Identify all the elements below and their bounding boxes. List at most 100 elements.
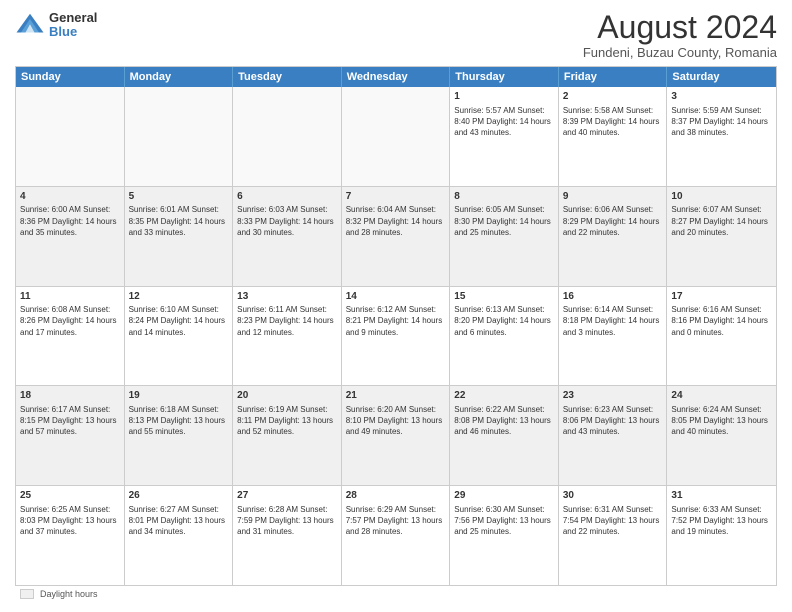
calendar-cell: 3Sunrise: 5:59 AM Sunset: 8:37 PM Daylig… — [667, 87, 776, 186]
day-number: 2 — [563, 90, 663, 104]
day-number: 30 — [563, 489, 663, 503]
cell-info: Sunrise: 6:31 AM Sunset: 7:54 PM Dayligh… — [563, 504, 663, 538]
day-number: 22 — [454, 389, 554, 403]
day-header-wednesday: Wednesday — [342, 67, 451, 87]
calendar-cell: 23Sunrise: 6:23 AM Sunset: 8:06 PM Dayli… — [559, 386, 668, 485]
day-number: 20 — [237, 389, 337, 403]
calendar-cell: 15Sunrise: 6:13 AM Sunset: 8:20 PM Dayli… — [450, 287, 559, 386]
day-header-friday: Friday — [559, 67, 668, 87]
calendar-row-0: 1Sunrise: 5:57 AM Sunset: 8:40 PM Daylig… — [16, 87, 776, 187]
cell-info: Sunrise: 6:00 AM Sunset: 8:36 PM Dayligh… — [20, 204, 120, 238]
calendar-cell: 5Sunrise: 6:01 AM Sunset: 8:35 PM Daylig… — [125, 187, 234, 286]
cell-info: Sunrise: 6:14 AM Sunset: 8:18 PM Dayligh… — [563, 304, 663, 338]
calendar-header: Sunday Monday Tuesday Wednesday Thursday… — [16, 67, 776, 87]
header: General Blue August 2024 Fundeni, Buzau … — [15, 10, 777, 60]
footer-label: Daylight hours — [40, 589, 98, 599]
cell-info: Sunrise: 6:10 AM Sunset: 8:24 PM Dayligh… — [129, 304, 229, 338]
calendar-cell: 24Sunrise: 6:24 AM Sunset: 8:05 PM Dayli… — [667, 386, 776, 485]
calendar-cell: 26Sunrise: 6:27 AM Sunset: 8:01 PM Dayli… — [125, 486, 234, 585]
title-block: August 2024 Fundeni, Buzau County, Roman… — [583, 10, 777, 60]
day-number: 23 — [563, 389, 663, 403]
day-number: 29 — [454, 489, 554, 503]
day-number: 1 — [454, 90, 554, 104]
cell-info: Sunrise: 6:05 AM Sunset: 8:30 PM Dayligh… — [454, 204, 554, 238]
day-number: 11 — [20, 290, 120, 304]
day-number: 17 — [671, 290, 772, 304]
cell-info: Sunrise: 6:03 AM Sunset: 8:33 PM Dayligh… — [237, 204, 337, 238]
day-number: 10 — [671, 190, 772, 204]
cell-info: Sunrise: 5:57 AM Sunset: 8:40 PM Dayligh… — [454, 105, 554, 139]
cell-info: Sunrise: 6:24 AM Sunset: 8:05 PM Dayligh… — [671, 404, 772, 438]
day-number: 14 — [346, 290, 446, 304]
calendar-cell — [342, 87, 451, 186]
cell-info: Sunrise: 6:07 AM Sunset: 8:27 PM Dayligh… — [671, 204, 772, 238]
day-number: 4 — [20, 190, 120, 204]
calendar-cell: 31Sunrise: 6:33 AM Sunset: 7:52 PM Dayli… — [667, 486, 776, 585]
calendar-cell — [125, 87, 234, 186]
calendar-cell: 4Sunrise: 6:00 AM Sunset: 8:36 PM Daylig… — [16, 187, 125, 286]
cell-info: Sunrise: 6:20 AM Sunset: 8:10 PM Dayligh… — [346, 404, 446, 438]
calendar-body: 1Sunrise: 5:57 AM Sunset: 8:40 PM Daylig… — [16, 87, 776, 585]
calendar-cell: 16Sunrise: 6:14 AM Sunset: 8:18 PM Dayli… — [559, 287, 668, 386]
subtitle: Fundeni, Buzau County, Romania — [583, 45, 777, 60]
day-header-sunday: Sunday — [16, 67, 125, 87]
cell-info: Sunrise: 6:22 AM Sunset: 8:08 PM Dayligh… — [454, 404, 554, 438]
logo-blue: Blue — [49, 25, 97, 39]
calendar-cell: 21Sunrise: 6:20 AM Sunset: 8:10 PM Dayli… — [342, 386, 451, 485]
day-number: 6 — [237, 190, 337, 204]
day-number: 16 — [563, 290, 663, 304]
day-header-tuesday: Tuesday — [233, 67, 342, 87]
calendar-cell: 30Sunrise: 6:31 AM Sunset: 7:54 PM Dayli… — [559, 486, 668, 585]
logo: General Blue — [15, 10, 97, 40]
calendar-row-1: 4Sunrise: 6:00 AM Sunset: 8:36 PM Daylig… — [16, 187, 776, 287]
calendar-cell — [16, 87, 125, 186]
cell-info: Sunrise: 6:08 AM Sunset: 8:26 PM Dayligh… — [20, 304, 120, 338]
cell-info: Sunrise: 6:11 AM Sunset: 8:23 PM Dayligh… — [237, 304, 337, 338]
cell-info: Sunrise: 6:30 AM Sunset: 7:56 PM Dayligh… — [454, 504, 554, 538]
calendar-cell: 2Sunrise: 5:58 AM Sunset: 8:39 PM Daylig… — [559, 87, 668, 186]
calendar-cell: 27Sunrise: 6:28 AM Sunset: 7:59 PM Dayli… — [233, 486, 342, 585]
logo-general: General — [49, 11, 97, 25]
cell-info: Sunrise: 6:17 AM Sunset: 8:15 PM Dayligh… — [20, 404, 120, 438]
calendar-cell: 8Sunrise: 6:05 AM Sunset: 8:30 PM Daylig… — [450, 187, 559, 286]
cell-info: Sunrise: 6:16 AM Sunset: 8:16 PM Dayligh… — [671, 304, 772, 338]
calendar-row-4: 25Sunrise: 6:25 AM Sunset: 8:03 PM Dayli… — [16, 486, 776, 585]
calendar-cell: 1Sunrise: 5:57 AM Sunset: 8:40 PM Daylig… — [450, 87, 559, 186]
cell-info: Sunrise: 6:25 AM Sunset: 8:03 PM Dayligh… — [20, 504, 120, 538]
calendar-cell: 20Sunrise: 6:19 AM Sunset: 8:11 PM Dayli… — [233, 386, 342, 485]
day-number: 27 — [237, 489, 337, 503]
calendar-cell: 14Sunrise: 6:12 AM Sunset: 8:21 PM Dayli… — [342, 287, 451, 386]
day-number: 25 — [20, 489, 120, 503]
logo-icon — [15, 10, 45, 40]
calendar-row-2: 11Sunrise: 6:08 AM Sunset: 8:26 PM Dayli… — [16, 287, 776, 387]
cell-info: Sunrise: 6:33 AM Sunset: 7:52 PM Dayligh… — [671, 504, 772, 538]
calendar-cell: 28Sunrise: 6:29 AM Sunset: 7:57 PM Dayli… — [342, 486, 451, 585]
cell-info: Sunrise: 6:06 AM Sunset: 8:29 PM Dayligh… — [563, 204, 663, 238]
calendar-cell: 25Sunrise: 6:25 AM Sunset: 8:03 PM Dayli… — [16, 486, 125, 585]
page: General Blue August 2024 Fundeni, Buzau … — [0, 0, 792, 612]
day-number: 19 — [129, 389, 229, 403]
day-number: 9 — [563, 190, 663, 204]
day-number: 21 — [346, 389, 446, 403]
day-number: 12 — [129, 290, 229, 304]
day-number: 3 — [671, 90, 772, 104]
calendar-cell: 13Sunrise: 6:11 AM Sunset: 8:23 PM Dayli… — [233, 287, 342, 386]
calendar: Sunday Monday Tuesday Wednesday Thursday… — [15, 66, 777, 586]
day-number: 5 — [129, 190, 229, 204]
calendar-cell: 6Sunrise: 6:03 AM Sunset: 8:33 PM Daylig… — [233, 187, 342, 286]
day-number: 28 — [346, 489, 446, 503]
calendar-cell: 9Sunrise: 6:06 AM Sunset: 8:29 PM Daylig… — [559, 187, 668, 286]
cell-info: Sunrise: 5:59 AM Sunset: 8:37 PM Dayligh… — [671, 105, 772, 139]
calendar-cell: 11Sunrise: 6:08 AM Sunset: 8:26 PM Dayli… — [16, 287, 125, 386]
day-header-monday: Monday — [125, 67, 234, 87]
cell-info: Sunrise: 6:04 AM Sunset: 8:32 PM Dayligh… — [346, 204, 446, 238]
calendar-cell: 29Sunrise: 6:30 AM Sunset: 7:56 PM Dayli… — [450, 486, 559, 585]
day-number: 8 — [454, 190, 554, 204]
calendar-cell: 17Sunrise: 6:16 AM Sunset: 8:16 PM Dayli… — [667, 287, 776, 386]
cell-info: Sunrise: 6:13 AM Sunset: 8:20 PM Dayligh… — [454, 304, 554, 338]
cell-info: Sunrise: 6:28 AM Sunset: 7:59 PM Dayligh… — [237, 504, 337, 538]
day-number: 24 — [671, 389, 772, 403]
calendar-row-3: 18Sunrise: 6:17 AM Sunset: 8:15 PM Dayli… — [16, 386, 776, 486]
day-number: 7 — [346, 190, 446, 204]
day-number: 13 — [237, 290, 337, 304]
